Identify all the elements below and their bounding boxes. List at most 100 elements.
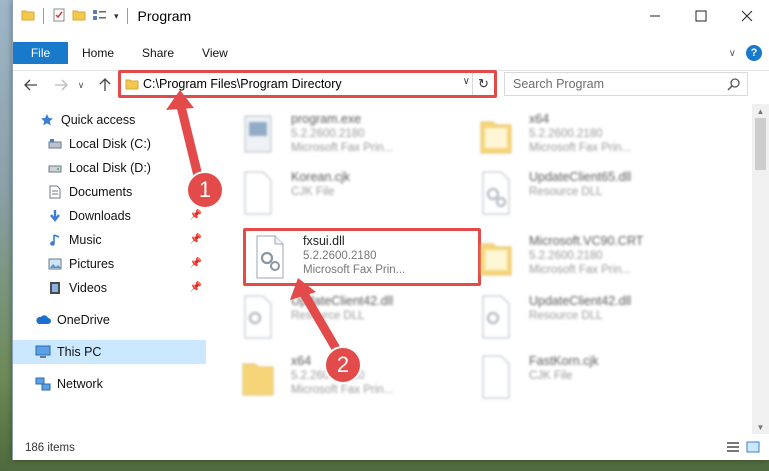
folder-icon bbox=[480, 243, 512, 276]
customize-dropdown-icon[interactable]: ▾ bbox=[114, 11, 119, 22]
sidebar-item-this-pc[interactable]: This PC bbox=[13, 340, 206, 364]
drive-icon bbox=[47, 160, 63, 176]
window-title: Program bbox=[137, 8, 192, 24]
file-name: UpdateClient42.dll bbox=[529, 294, 632, 308]
tab-view[interactable]: View bbox=[188, 42, 242, 64]
file-name: x64 bbox=[529, 112, 550, 126]
sidebar-item-network[interactable]: Network bbox=[13, 372, 206, 396]
file-icon bbox=[244, 171, 272, 215]
pin-icon[interactable]: 📌 bbox=[190, 282, 202, 293]
explorer-window: ▾ Program File Home Share View ∨ ? ∨ C:\… bbox=[12, 0, 769, 460]
sidebar-item-quick-access[interactable]: Quick access bbox=[13, 108, 206, 132]
sidebar-item-label: Documents bbox=[69, 185, 133, 199]
details-view-icon[interactable] bbox=[726, 441, 740, 456]
scroll-up-icon[interactable]: ▲ bbox=[752, 104, 769, 118]
properties-icon[interactable] bbox=[52, 8, 66, 25]
dll-icon bbox=[244, 295, 272, 339]
item-count: 186 items bbox=[25, 442, 75, 454]
file-description: Microsoft Fax Prin... bbox=[529, 264, 632, 276]
list-item[interactable]: UpdateClient42.dll Resource DLL bbox=[239, 290, 469, 346]
list-item[interactable]: Korean.cjk CJK File bbox=[239, 166, 469, 222]
file-description: Microsoft Fax Prin... bbox=[291, 142, 394, 154]
folder-icon bbox=[480, 121, 512, 154]
forward-button[interactable] bbox=[51, 75, 71, 95]
dll-icon bbox=[482, 295, 510, 339]
sidebar-item-local-disk-d[interactable]: Local Disk (D:) bbox=[13, 156, 206, 180]
sidebar-item-label: Pictures bbox=[69, 257, 115, 271]
new-folder-icon[interactable] bbox=[72, 8, 86, 25]
sidebar-item-label: This PC bbox=[57, 345, 102, 359]
up-button[interactable] bbox=[95, 75, 115, 95]
sidebar-item-label: Downloads bbox=[69, 209, 131, 223]
back-button[interactable] bbox=[21, 75, 41, 95]
pin-icon[interactable]: 📌 bbox=[190, 258, 202, 269]
file-icon bbox=[482, 355, 510, 399]
search-icon[interactable] bbox=[727, 77, 741, 94]
dll-icon bbox=[482, 171, 510, 215]
music-note-icon bbox=[47, 232, 63, 248]
download-arrow-icon bbox=[47, 208, 63, 224]
navigation-pane: Quick access Local Disk (C:) Local Disk … bbox=[13, 104, 206, 434]
quick-access-toolbar: ▾ bbox=[13, 0, 130, 32]
close-button[interactable] bbox=[724, 0, 769, 32]
help-button[interactable]: ? bbox=[746, 45, 762, 61]
view-toggle bbox=[726, 441, 760, 456]
recent-locations-button[interactable]: ∨ bbox=[71, 75, 91, 95]
sidebar-item-downloads[interactable]: Downloads 📌 bbox=[13, 204, 206, 228]
list-item[interactable]: program.exe 5.2.2600.2180 Microsoft Fax … bbox=[239, 108, 469, 164]
list-item[interactable]: UpdateClient42.dll Resource DLL bbox=[477, 290, 707, 346]
sidebar-item-videos[interactable]: Videos 📌 bbox=[13, 276, 206, 300]
sidebar-item-label: Music bbox=[69, 233, 102, 247]
scrollbar-thumb[interactable] bbox=[755, 118, 766, 170]
view-options-icon[interactable] bbox=[92, 8, 108, 25]
tab-share[interactable]: Share bbox=[128, 42, 188, 64]
pin-icon[interactable]: 📌 bbox=[190, 210, 202, 221]
callout-1: 1 bbox=[186, 171, 224, 209]
title-bar: ▾ Program bbox=[13, 0, 769, 32]
file-type: Resource DLL bbox=[529, 186, 603, 198]
ribbon-right: ∨ ? bbox=[729, 42, 769, 64]
list-item[interactable]: FastKorn.cjk CJK File bbox=[477, 350, 707, 406]
list-item[interactable]: UpdateClient65.dll Resource DLL bbox=[477, 166, 707, 222]
maximize-button[interactable] bbox=[678, 0, 724, 32]
sidebar-item-label: Local Disk (D:) bbox=[69, 161, 151, 175]
tab-home[interactable]: Home bbox=[68, 42, 128, 64]
documents-icon bbox=[47, 184, 63, 200]
large-icons-view-icon[interactable] bbox=[746, 441, 760, 456]
expand-ribbon-icon[interactable]: ∨ bbox=[729, 48, 736, 59]
sidebar-item-label: OneDrive bbox=[57, 313, 110, 327]
computer-icon bbox=[35, 344, 51, 360]
sidebar-item-label: Local Disk (C:) bbox=[69, 137, 151, 151]
scroll-down-icon[interactable]: ▼ bbox=[752, 420, 769, 434]
sidebar-item-label: Quick access bbox=[61, 113, 136, 127]
sidebar-item-music[interactable]: Music 📌 bbox=[13, 228, 206, 252]
tab-file[interactable]: File bbox=[13, 42, 68, 64]
sidebar-item-local-disk-c[interactable]: Local Disk (C:) bbox=[13, 132, 206, 156]
sidebar-item-onedrive[interactable]: OneDrive bbox=[13, 308, 206, 332]
file-name: Microsoft.VC90.CRT bbox=[529, 234, 644, 248]
file-highlight-box bbox=[243, 228, 481, 286]
minimize-button[interactable] bbox=[632, 0, 678, 32]
film-icon bbox=[47, 280, 63, 296]
sidebar-item-pictures[interactable]: Pictures 📌 bbox=[13, 252, 206, 276]
list-item[interactable]: Microsoft.VC90.CRT 5.2.2600.2180 Microso… bbox=[477, 230, 707, 286]
file-name: FastKorn.cjk bbox=[529, 354, 599, 368]
window-controls bbox=[632, 0, 769, 32]
pictures-icon bbox=[47, 256, 63, 272]
list-item[interactable]: x64 5.2.2600.2180 Microsoft Fax Prin... bbox=[477, 108, 707, 164]
file-name: UpdateClient65.dll bbox=[529, 170, 632, 184]
sidebar-item-label: Videos bbox=[69, 281, 107, 295]
search-box[interactable]: Search Program bbox=[504, 72, 748, 96]
file-type: CJK File bbox=[291, 186, 335, 198]
address-highlight-box bbox=[118, 70, 497, 98]
star-icon bbox=[39, 112, 55, 128]
pin-icon[interactable]: 📌 bbox=[190, 234, 202, 245]
file-version: 5.2.2600.2180 bbox=[529, 250, 603, 262]
file-description: Microsoft Fax Prin... bbox=[529, 142, 632, 154]
file-type: Resource DLL bbox=[291, 310, 365, 322]
sidebar-item-documents[interactable]: Documents bbox=[13, 180, 206, 204]
address-row: ∨ C:\Program Files\Program Directory ∨ ↻… bbox=[13, 70, 769, 98]
file-name: Korean.cjk bbox=[291, 170, 351, 184]
vertical-scrollbar[interactable]: ▲ ▼ bbox=[752, 104, 769, 434]
file-name: x64 bbox=[291, 354, 312, 368]
